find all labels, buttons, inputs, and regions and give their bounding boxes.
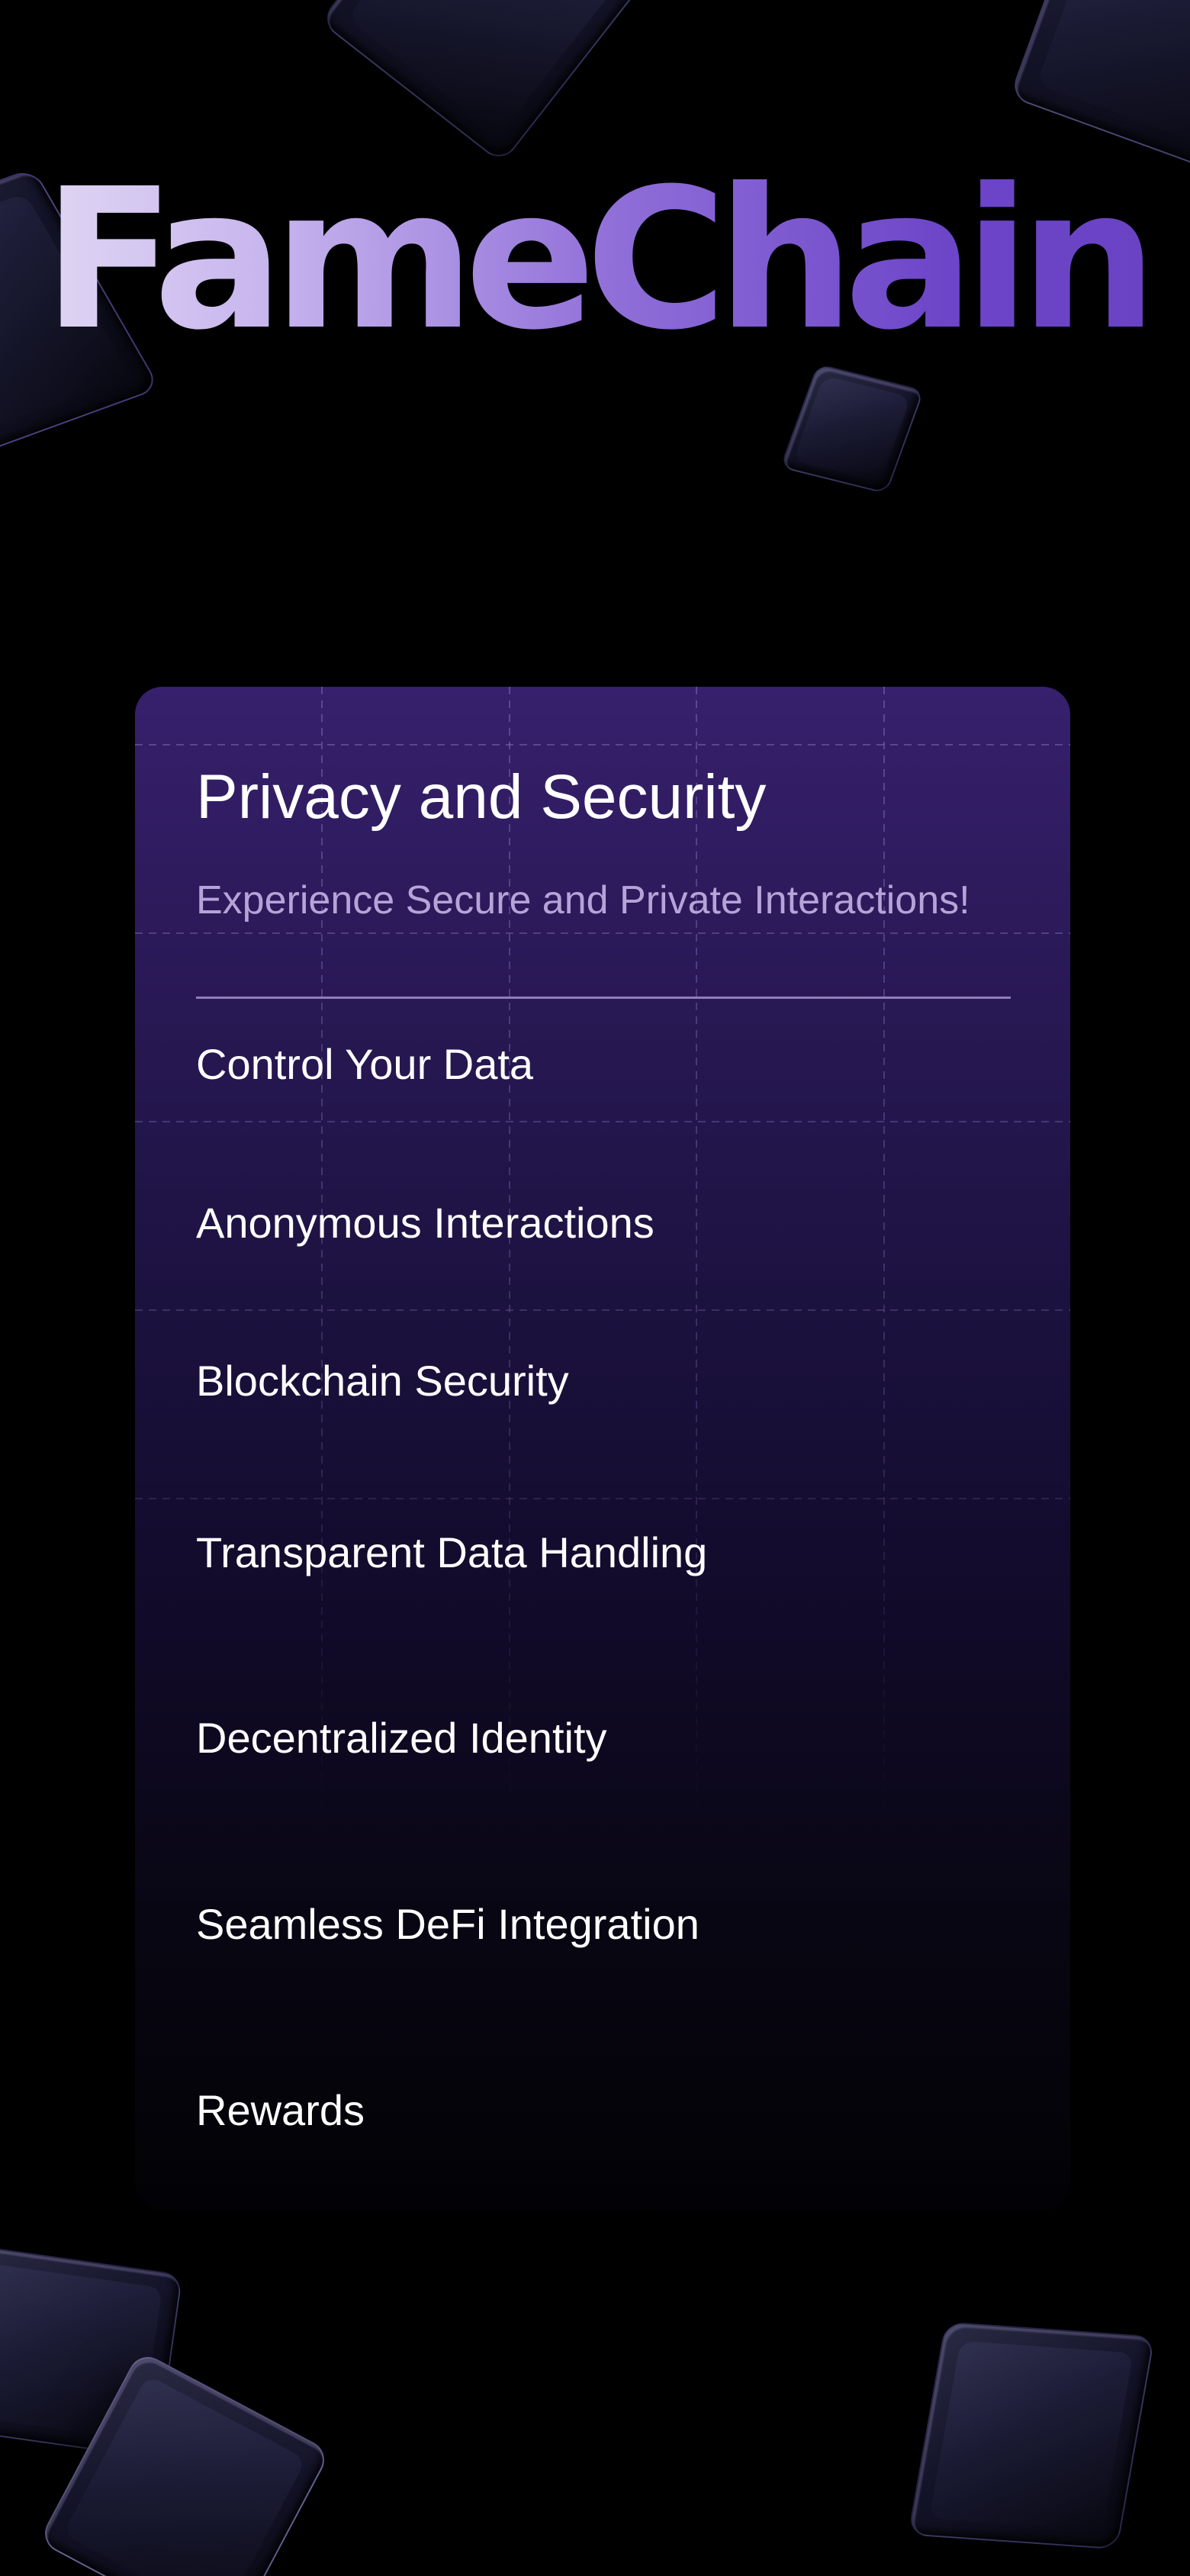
card-divider <box>196 997 1011 999</box>
decorative-cube <box>780 363 925 494</box>
menu-item-anonymous-interactions[interactable]: Anonymous Interactions <box>196 1193 654 1254</box>
decorative-cube <box>907 2321 1156 2550</box>
card-subtitle: Experience Secure and Private Interactio… <box>196 878 970 923</box>
page: FameChain Privacy and Security Experienc… <box>0 0 1190 2576</box>
menu-item-rewards[interactable]: Rewards <box>196 2080 365 2141</box>
famechain-logo: FameChain <box>0 145 1190 374</box>
privacy-security-card: Privacy and Security Experience Secure a… <box>135 687 1070 2211</box>
menu-item-control-your-data[interactable]: Control Your Data <box>196 1034 533 1095</box>
menu-item-decentralized-identity[interactable]: Decentralized Identity <box>196 1708 607 1769</box>
menu-item-blockchain-security[interactable]: Blockchain Security <box>196 1351 569 1412</box>
card-title: Privacy and Security <box>196 762 767 832</box>
menu-item-seamless-defi-integration[interactable]: Seamless DeFi Integration <box>196 1894 700 1955</box>
decorative-cube <box>319 0 645 165</box>
menu-item-transparent-data-handling[interactable]: Transparent Data Handling <box>196 1522 707 1583</box>
